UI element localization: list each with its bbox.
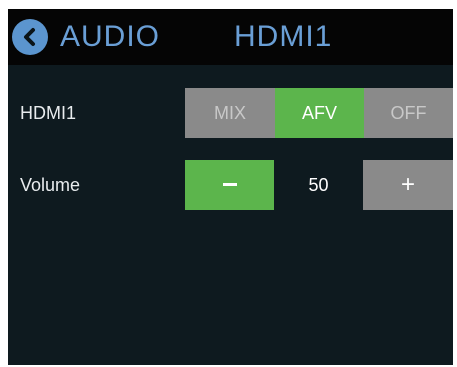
chevron-left-icon [24,28,35,46]
audio-mode-selector: MIX AFV OFF [185,88,453,138]
source-title: HDMI1 [234,20,333,53]
mode-option-afv[interactable]: AFV [275,88,364,138]
volume-increase-button[interactable]: + [363,160,453,210]
back-button[interactable] [12,19,48,55]
section-title: AUDIO [60,20,161,53]
volume-value: 50 [308,175,329,195]
volume-label: Volume [20,175,81,195]
minus-icon [222,183,237,187]
mode-option-off[interactable]: OFF [364,88,453,138]
audio-settings-screen: AUDIO HDMI1 HDMI1 MIX AFV OFF Volume 50 … [8,9,453,365]
mode-option-mix[interactable]: MIX [185,88,275,138]
volume-decrease-button[interactable] [185,160,274,210]
source-label: HDMI1 [20,103,77,123]
header-bar: AUDIO HDMI1 [8,9,453,65]
